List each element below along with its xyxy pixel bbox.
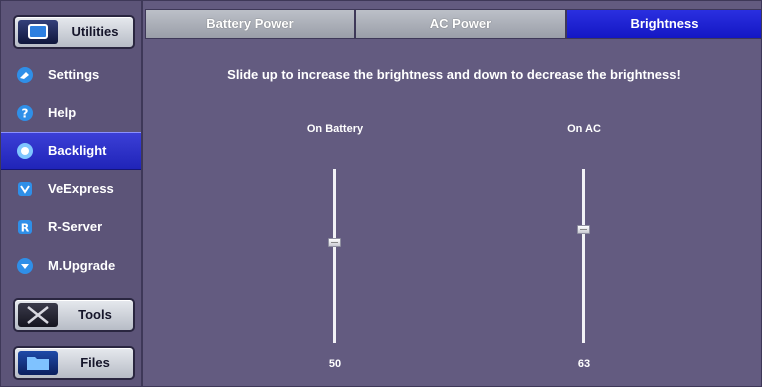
settings-icon bbox=[17, 67, 33, 83]
utilities-label: Utilities bbox=[71, 24, 119, 39]
sidebar-item-backlight[interactable]: Backlight bbox=[1, 132, 141, 170]
tools-button[interactable]: Tools bbox=[13, 298, 135, 332]
tab-bar: Battery Power AC Power Brightness bbox=[145, 9, 761, 39]
r-server-icon: R bbox=[18, 220, 32, 235]
battery-brightness-value: 50 bbox=[328, 358, 342, 370]
on-battery-label: On Battery bbox=[306, 123, 364, 135]
tab-brightness[interactable]: Brightness bbox=[566, 9, 761, 39]
ac-brightness-slider[interactable] bbox=[572, 169, 596, 343]
tools-icon bbox=[18, 303, 58, 327]
backlight-icon bbox=[17, 143, 33, 159]
utilities-button[interactable]: Utilities bbox=[13, 15, 135, 49]
sidebar-item-label: Settings bbox=[48, 67, 100, 82]
tab-ac-power[interactable]: AC Power bbox=[355, 9, 566, 39]
on-ac-label: On AC bbox=[567, 123, 601, 135]
sidebar-item-label: M.Upgrade bbox=[48, 258, 116, 273]
sidebar-item-label: Help bbox=[48, 105, 77, 120]
ac-brightness-value: 63 bbox=[577, 358, 591, 370]
files-label: Files bbox=[80, 355, 110, 370]
tab-battery-power[interactable]: Battery Power bbox=[145, 9, 355, 39]
slider-track bbox=[582, 169, 585, 343]
sidebar-item-label: Backlight bbox=[48, 143, 107, 158]
files-button[interactable]: Files bbox=[13, 346, 135, 380]
sidebar-item-veexpress[interactable]: VeExpress bbox=[1, 170, 141, 208]
svg-text:?: ? bbox=[22, 107, 29, 121]
svg-text:R: R bbox=[21, 222, 30, 235]
slider-thumb[interactable] bbox=[328, 238, 341, 247]
veexpress-icon bbox=[18, 182, 32, 196]
slider-track bbox=[333, 169, 336, 343]
help-icon: ? bbox=[17, 105, 33, 121]
upgrade-icon bbox=[17, 258, 33, 274]
sidebar-item-settings[interactable]: Settings bbox=[1, 56, 141, 94]
monitor-icon bbox=[18, 20, 58, 44]
instruction-text: Slide up to increase the brightness and … bbox=[227, 67, 681, 82]
sidebar-item-help[interactable]: ? Help bbox=[1, 94, 141, 132]
sidebar-item-label: VeExpress bbox=[48, 181, 114, 196]
app-screen: Utilities Settings ? Help Backlight VeEx… bbox=[0, 0, 762, 387]
sidebar-item-m-upgrade[interactable]: M.Upgrade bbox=[1, 247, 141, 285]
folder-icon bbox=[18, 351, 58, 375]
sidebar-item-label: R-Server bbox=[48, 219, 103, 234]
sidebar-item-r-server[interactable]: R R-Server bbox=[1, 208, 141, 246]
battery-brightness-slider[interactable] bbox=[323, 169, 347, 343]
tools-label: Tools bbox=[78, 307, 112, 322]
slider-thumb[interactable] bbox=[577, 225, 590, 234]
sidebar: Utilities Settings ? Help Backlight VeEx… bbox=[1, 1, 143, 386]
